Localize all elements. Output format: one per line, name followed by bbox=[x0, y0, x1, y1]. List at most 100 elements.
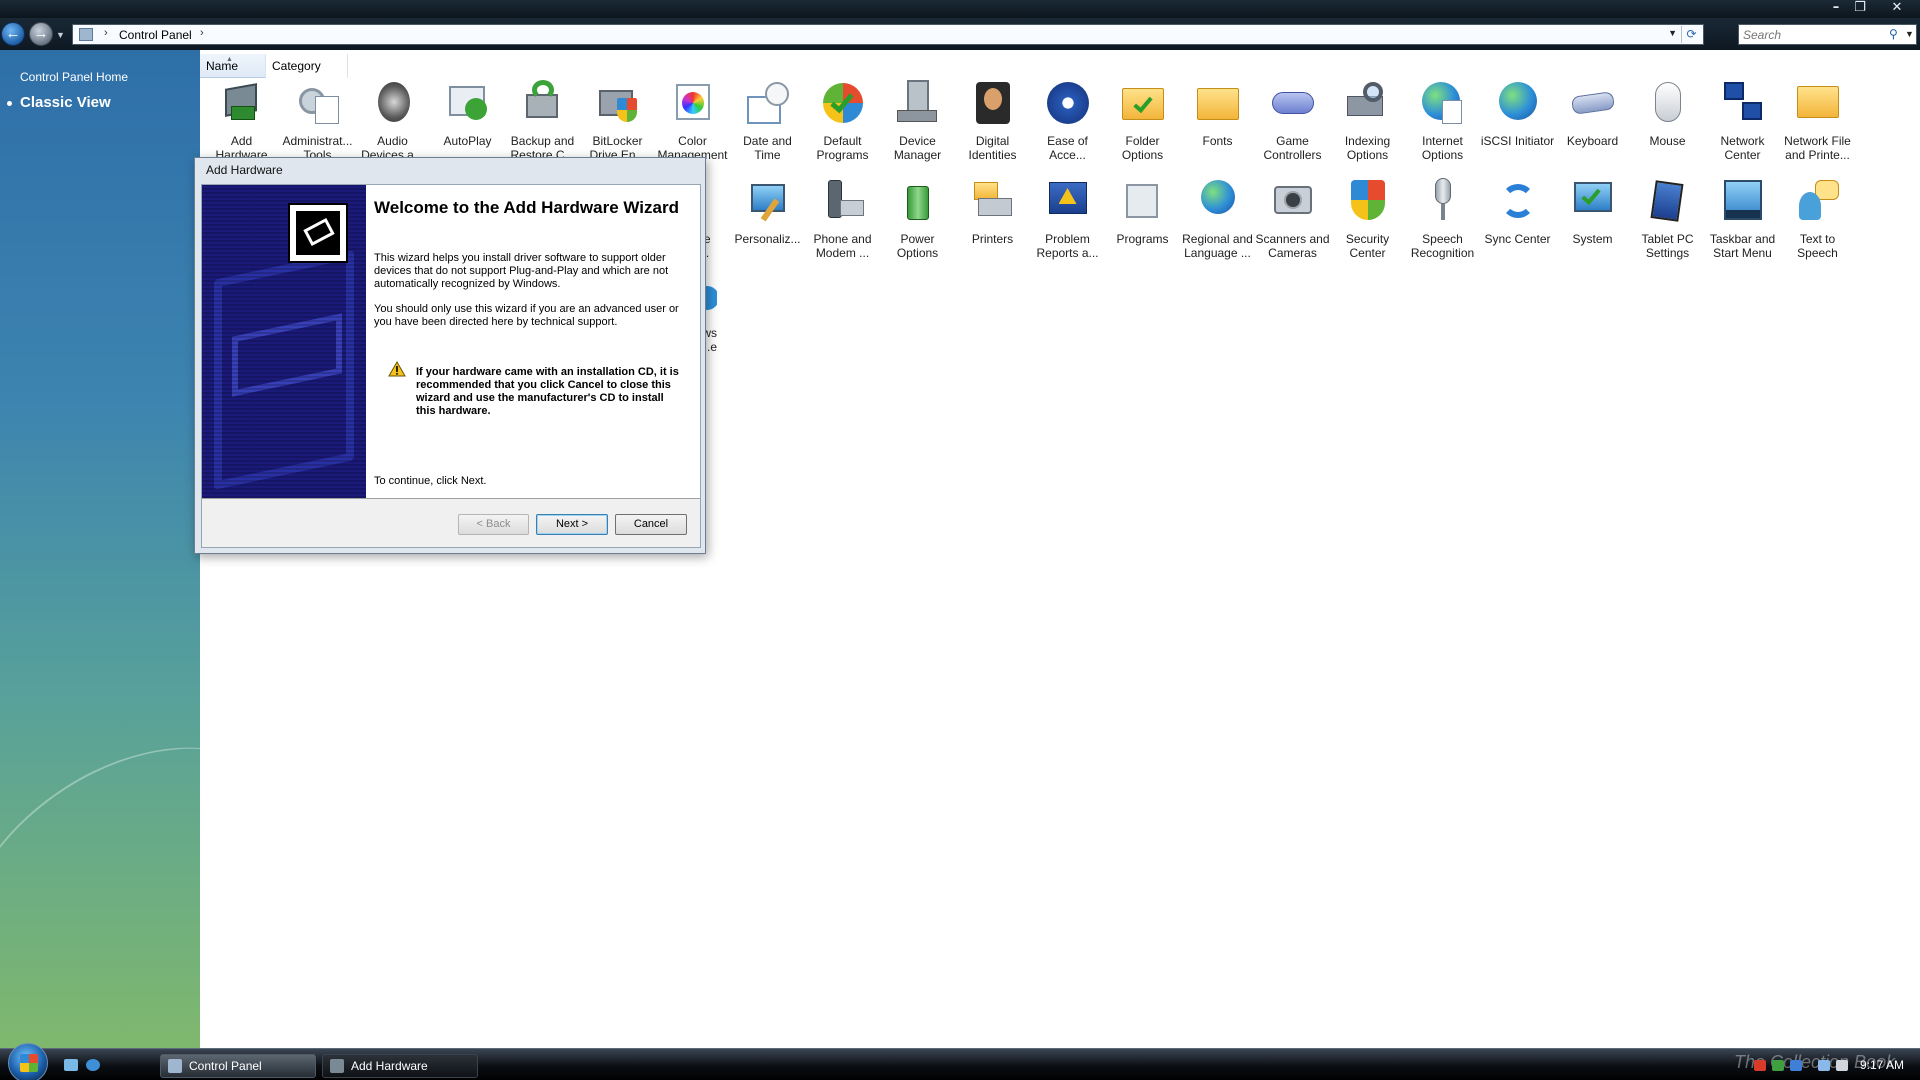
cp-item-network-file-printer[interactable]: Network File and Printe... bbox=[1780, 80, 1855, 162]
search-input[interactable] bbox=[1743, 27, 1883, 43]
cp-item-label: iSCSI Initiator bbox=[1480, 134, 1555, 148]
update-icon[interactable] bbox=[1772, 1060, 1784, 1071]
cp-item-printers[interactable]: Printers bbox=[955, 178, 1030, 246]
clock-icon bbox=[745, 80, 791, 126]
search-dropdown-icon[interactable]: ▼ bbox=[1905, 29, 1914, 39]
cp-item-color-management[interactable]: Color Management bbox=[655, 80, 730, 162]
taskbar-add-hardware[interactable]: Add Hardware bbox=[322, 1054, 478, 1078]
cp-item-label: Speech Recognition bbox=[1410, 232, 1475, 260]
start-button[interactable] bbox=[8, 1043, 48, 1080]
taskbar-control-panel[interactable]: Control Panel bbox=[160, 1054, 316, 1078]
cp-item-regional-language[interactable]: Regional and Language ... bbox=[1180, 178, 1255, 260]
network-icon bbox=[1720, 80, 1766, 126]
system-icon bbox=[1570, 178, 1616, 224]
window-title-bar: – ❐ ✕ bbox=[0, 0, 1920, 18]
search-box[interactable]: ⚲ ▼ bbox=[1738, 24, 1917, 45]
refresh-icon[interactable]: ⟳ bbox=[1681, 26, 1701, 43]
cp-item-game-controllers[interactable]: Game Controllers bbox=[1255, 80, 1330, 162]
cp-item-network-center[interactable]: Network Center bbox=[1705, 80, 1780, 162]
breadcrumb-control-panel[interactable]: Control Panel bbox=[119, 28, 192, 42]
cp-item-text-to-speech[interactable]: Text to Speech bbox=[1780, 178, 1855, 260]
dialog-body: Welcome to the Add Hardware Wizard This … bbox=[201, 184, 701, 548]
cp-item-speech-recognition[interactable]: Speech Recognition bbox=[1405, 178, 1480, 260]
cp-item-power-options[interactable]: Power Options bbox=[880, 178, 955, 260]
cp-item-label: Sync Center bbox=[1484, 232, 1551, 246]
breadcrumb-separator[interactable]: › bbox=[104, 27, 108, 39]
cp-item-fonts[interactable]: Fonts bbox=[1180, 80, 1255, 148]
column-header-category[interactable]: Category bbox=[266, 54, 348, 78]
power-icon bbox=[895, 178, 941, 224]
address-dropdown-icon[interactable]: ▼ bbox=[1668, 28, 1677, 38]
cp-item-personalization[interactable]: Personaliz... bbox=[730, 178, 805, 246]
cp-item-label: Power Options bbox=[896, 232, 939, 260]
clock[interactable]: 9:17 AM bbox=[1860, 1058, 1904, 1072]
phone-icon bbox=[820, 178, 866, 224]
back-button[interactable]: ← bbox=[1, 22, 25, 46]
cp-item-programs[interactable]: Programs bbox=[1105, 178, 1180, 246]
cp-item-device-manager[interactable]: Device Manager bbox=[880, 80, 955, 162]
address-bar[interactable]: › Control Panel › ▼ ⟳ bbox=[72, 24, 1704, 45]
cp-item-label: Digital Identities bbox=[968, 134, 1017, 162]
cp-item-iscsi-initiator[interactable]: iSCSI Initiator bbox=[1480, 80, 1555, 148]
show-desktop-icon[interactable] bbox=[64, 1059, 78, 1071]
wizard-description: This wizard helps you install driver sof… bbox=[374, 252, 669, 290]
cp-item-scanners-cameras[interactable]: Scanners and Cameras bbox=[1255, 178, 1330, 260]
cp-item-label: Device Manager bbox=[893, 134, 942, 162]
cp-item-date-time[interactable]: Date and Time bbox=[730, 80, 805, 162]
column-header-name[interactable]: ▲ Name bbox=[200, 54, 266, 78]
cp-item-keyboard[interactable]: Keyboard bbox=[1555, 80, 1630, 148]
close-icon[interactable]: ✕ bbox=[1880, 0, 1914, 17]
fonts-folder-icon bbox=[1195, 80, 1241, 126]
cp-item-label: Tablet PC Settings bbox=[1641, 232, 1694, 260]
minimize-icon[interactable]: – bbox=[1824, 0, 1848, 17]
cp-item-problem-reports[interactable]: Problem Reports a... bbox=[1030, 178, 1105, 260]
globe-icon bbox=[1495, 80, 1541, 126]
breadcrumb-separator[interactable]: › bbox=[200, 27, 204, 39]
hardware-card-icon bbox=[296, 211, 340, 255]
cp-item-administrative-tools[interactable]: Administrat... Tools bbox=[280, 80, 355, 162]
cancel-button[interactable]: Cancel bbox=[615, 514, 687, 535]
shield-icon bbox=[1345, 178, 1391, 224]
recent-pages-dropdown-icon[interactable]: ▼ bbox=[56, 30, 65, 40]
network-folder-icon bbox=[1795, 80, 1841, 126]
monitor-tray-icon[interactable] bbox=[1818, 1060, 1830, 1071]
printer-icon bbox=[970, 178, 1016, 224]
restore-icon[interactable]: ❐ bbox=[1848, 0, 1872, 17]
cp-item-backup-restore[interactable]: Backup and Restore C... bbox=[505, 80, 580, 162]
cp-item-label: Mouse bbox=[1649, 134, 1686, 148]
cp-item-digital-identities[interactable]: Digital Identities bbox=[955, 80, 1030, 162]
cp-item-security-center[interactable]: Security Center bbox=[1330, 178, 1405, 260]
tablet-icon bbox=[1645, 178, 1691, 224]
cp-item-taskbar-start-menu[interactable]: Taskbar and Start Menu bbox=[1705, 178, 1780, 260]
cp-item-autoplay[interactable]: AutoPlay bbox=[430, 80, 505, 148]
classic-view-link[interactable]: Classic View bbox=[20, 94, 111, 111]
cp-item-add-hardware[interactable]: Add Hardware bbox=[204, 80, 279, 162]
cp-item-internet-options[interactable]: Internet Options bbox=[1405, 80, 1480, 162]
cp-item-phone-modem[interactable]: Phone and Modem ... bbox=[805, 178, 880, 260]
cp-item-tablet-pc-settings[interactable]: Tablet PC Settings bbox=[1630, 178, 1705, 260]
next-button[interactable]: Next > bbox=[536, 514, 608, 535]
volume-icon[interactable] bbox=[1836, 1060, 1848, 1071]
cp-item-sync-center[interactable]: Sync Center bbox=[1480, 178, 1555, 246]
programs-icon bbox=[1120, 178, 1166, 224]
back-button-disabled[interactable]: < Back bbox=[458, 514, 529, 535]
cp-item-indexing-options[interactable]: Indexing Options bbox=[1330, 80, 1405, 162]
cp-item-mouse[interactable]: Mouse bbox=[1630, 80, 1705, 148]
control-panel-home-link[interactable]: Control Panel Home bbox=[20, 70, 128, 84]
cp-item-label: AutoPlay bbox=[443, 134, 492, 148]
cp-item-audio-devices[interactable]: Audio Devices a... bbox=[355, 80, 430, 162]
bullet-icon bbox=[7, 101, 12, 106]
network-tray-icon[interactable] bbox=[1790, 1060, 1802, 1071]
control-panel-icon bbox=[168, 1059, 182, 1073]
cp-item-folder-options[interactable]: Folder Options bbox=[1105, 80, 1180, 162]
cp-item-bitlocker[interactable]: BitLocker Drive En... bbox=[580, 80, 655, 162]
cp-item-ease-of-access[interactable]: Ease of Acce... bbox=[1030, 80, 1105, 162]
search-icon[interactable]: ⚲ bbox=[1889, 27, 1898, 41]
forward-button[interactable]: → bbox=[29, 22, 53, 46]
cp-item-label: Indexing Options bbox=[1344, 134, 1391, 162]
switch-windows-icon[interactable] bbox=[86, 1059, 100, 1071]
taskbar-icon bbox=[1720, 178, 1766, 224]
cp-item-default-programs[interactable]: Default Programs bbox=[805, 80, 880, 162]
cp-item-system[interactable]: System bbox=[1555, 178, 1630, 246]
security-alert-icon[interactable] bbox=[1754, 1060, 1766, 1071]
